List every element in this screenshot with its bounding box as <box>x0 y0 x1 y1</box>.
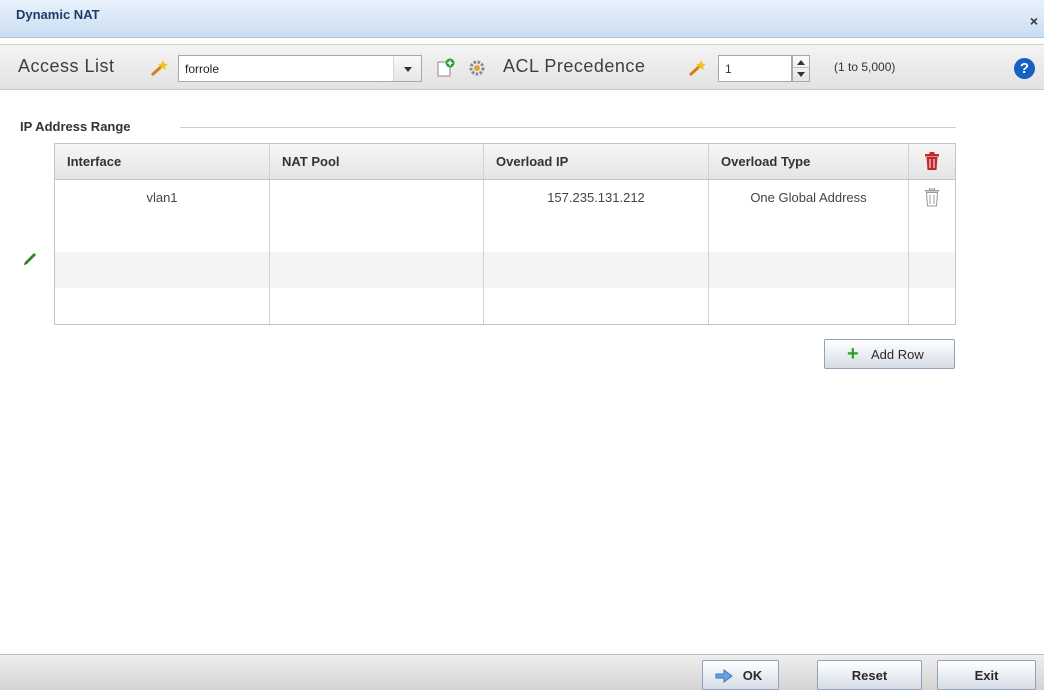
empty-cell <box>909 252 955 288</box>
empty-cell <box>484 216 709 252</box>
empty-cell <box>909 216 955 252</box>
ok-button[interactable]: OK <box>702 660 779 690</box>
cell-interface[interactable]: vlan1 <box>55 180 270 216</box>
column-header-overload-ip[interactable]: Overload IP <box>484 144 709 179</box>
acl-precedence-range: (1 to 5,000) <box>834 60 896 74</box>
gear-icon[interactable] <box>467 58 487 78</box>
empty-cell <box>55 216 270 252</box>
trash-icon[interactable] <box>924 188 940 207</box>
empty-cell <box>270 288 484 324</box>
empty-cell <box>55 288 270 324</box>
ip-address-range-table: Interface NAT Pool Overload IP Overload … <box>54 143 956 325</box>
empty-cell <box>55 252 270 288</box>
acl-precedence-input[interactable]: 1 <box>718 55 792 82</box>
exit-button[interactable]: Exit <box>937 660 1036 690</box>
column-header-overload-type[interactable]: Overload Type <box>709 144 909 179</box>
access-list-value: forrole <box>185 62 220 76</box>
stepper-up-icon[interactable] <box>793 56 809 68</box>
cell-overload-ip[interactable]: 157.235.131.212 <box>484 180 709 216</box>
empty-cell <box>270 216 484 252</box>
magic-wand-icon <box>150 60 168 77</box>
acl-precedence-label: ACL Precedence <box>503 56 646 76</box>
trash-icon[interactable] <box>924 152 940 171</box>
section-title: IP Address Range <box>20 119 131 134</box>
dialog-title: Dynamic NAT <box>16 7 100 22</box>
magic-wand-icon <box>688 60 706 77</box>
stepper-down-icon[interactable] <box>793 69 809 81</box>
exit-label: Exit <box>974 668 999 683</box>
help-icon[interactable]: ? <box>1014 58 1035 79</box>
access-list-label: Access List <box>18 56 115 76</box>
access-list-select[interactable]: forrole <box>178 55 422 82</box>
acl-precedence-value: 1 <box>725 62 732 76</box>
table-header: Interface NAT Pool Overload IP Overload … <box>55 144 955 180</box>
column-header-nat-pool[interactable]: NAT Pool <box>270 144 484 179</box>
dialog-titlebar: Dynamic NAT × <box>0 0 1044 38</box>
empty-cell <box>484 288 709 324</box>
toolbar: Access List forrole ACL Precedence 1 (1 … <box>0 44 1044 90</box>
reset-button[interactable]: Reset <box>817 660 922 690</box>
empty-cell <box>709 216 909 252</box>
empty-cell <box>709 252 909 288</box>
close-icon[interactable]: × <box>1030 14 1038 28</box>
new-item-icon[interactable] <box>436 58 456 78</box>
pencil-icon[interactable] <box>22 249 38 265</box>
acl-precedence-stepper[interactable] <box>792 55 810 82</box>
table-row-empty <box>55 216 955 252</box>
add-row-button[interactable]: + Add Row <box>824 339 955 369</box>
ok-label: OK <box>742 668 763 683</box>
cell-nat-pool[interactable] <box>270 180 484 216</box>
section-divider <box>180 127 956 128</box>
table-row-empty <box>55 252 955 288</box>
cell-overload-type[interactable]: One Global Address <box>709 180 909 216</box>
empty-cell <box>709 288 909 324</box>
delete-all-cell <box>909 144 955 179</box>
empty-cell <box>270 252 484 288</box>
table-row[interactable]: vlan1 157.235.131.212 One Global Address <box>55 180 955 216</box>
add-row-label: Add Row <box>871 347 924 362</box>
reset-label: Reset <box>851 668 888 683</box>
row-delete-cell <box>909 180 955 216</box>
column-header-interface[interactable]: Interface <box>55 144 270 179</box>
chevron-down-icon[interactable] <box>393 56 421 81</box>
empty-cell <box>484 252 709 288</box>
plus-icon: + <box>847 343 859 365</box>
table-row-empty <box>55 288 955 324</box>
empty-cell <box>909 288 955 324</box>
